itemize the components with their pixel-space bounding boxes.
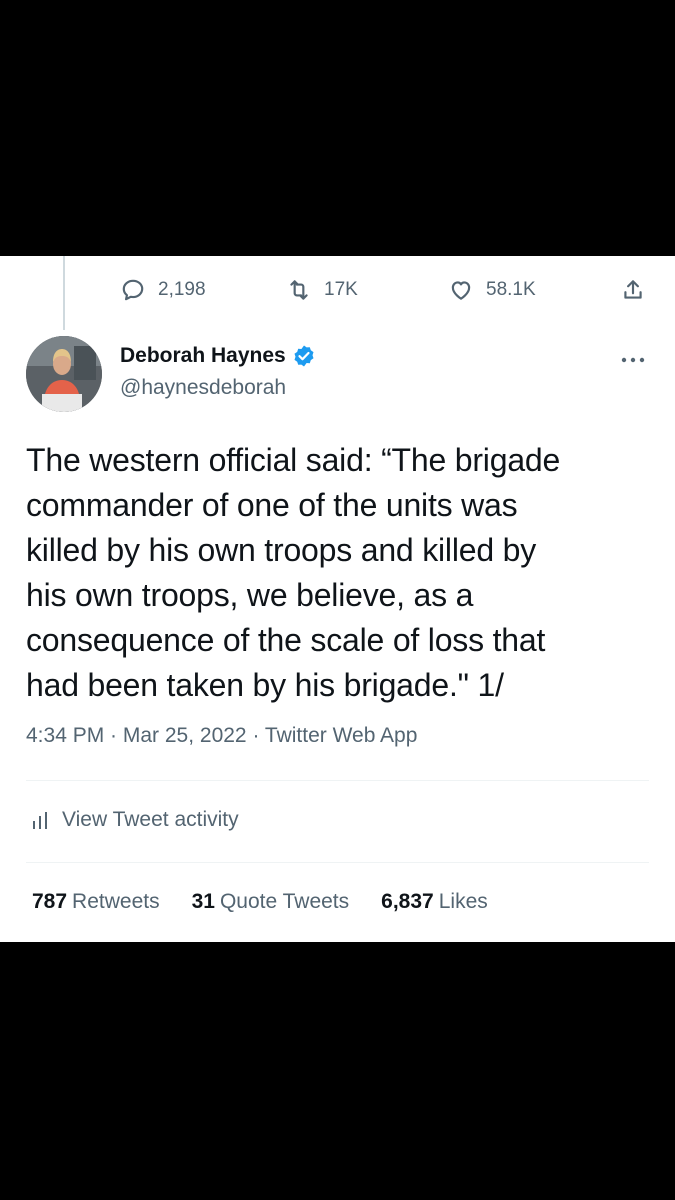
divider bbox=[26, 780, 649, 781]
share-button[interactable] bbox=[620, 270, 646, 310]
verified-badge-icon bbox=[294, 345, 314, 367]
tweet-timestamp[interactable]: 4:34 PM · Mar 25, 2022 · Twitter Web App bbox=[26, 724, 417, 748]
quotes-label: Quote Tweets bbox=[219, 890, 350, 913]
likes-count: 6,837 bbox=[381, 890, 434, 913]
author-handle[interactable]: @haynesdeborah bbox=[120, 376, 286, 400]
tweet-card: 2,198 17K 58.1K Deborah Haynes @haynesde… bbox=[0, 256, 675, 942]
tweet-line: commander of one of the units was bbox=[26, 487, 518, 523]
avatar-photo bbox=[26, 336, 102, 412]
view-tweet-activity-button[interactable]: View Tweet activity bbox=[30, 808, 239, 832]
retweets-count: 787 bbox=[32, 890, 68, 913]
quote-tweets-stat[interactable]: 31 Quote Tweets bbox=[192, 890, 350, 914]
like-count: 58.1K bbox=[486, 279, 536, 300]
tweet-line: killed by his own troops and killed by bbox=[26, 532, 537, 568]
more-options-icon[interactable] bbox=[619, 350, 647, 370]
author-row: Deborah Haynes @haynesdeborah bbox=[26, 336, 649, 416]
share-icon bbox=[624, 280, 642, 299]
reply-icon bbox=[122, 279, 144, 301]
reply-count: 2,198 bbox=[158, 279, 206, 300]
likes-label: Likes bbox=[438, 890, 488, 913]
quotes-count: 31 bbox=[191, 890, 215, 913]
reply-button[interactable]: 2,198 bbox=[120, 270, 206, 310]
tweet-line: consequence of the scale of loss that bbox=[26, 622, 546, 658]
like-button[interactable]: 58.1K bbox=[448, 270, 536, 310]
analytics-icon bbox=[33, 812, 47, 829]
name-row: Deborah Haynes bbox=[120, 344, 316, 368]
tweet-line: his own troops, we believe, as a bbox=[26, 577, 474, 613]
divider bbox=[26, 862, 649, 863]
action-bar: 2,198 17K 58.1K bbox=[0, 270, 675, 310]
avatar[interactable] bbox=[26, 336, 102, 412]
tweet-text: The western official said: “The brigade … bbox=[26, 438, 656, 708]
retweet-icon bbox=[290, 280, 308, 300]
activity-label: View Tweet activity bbox=[62, 808, 239, 831]
tweet-line: The western official said: “The brigade bbox=[26, 442, 561, 478]
engagement-stats: 787 Retweets 31 Quote Tweets 6,837 Likes bbox=[32, 890, 520, 914]
retweet-button[interactable]: 17K bbox=[286, 270, 358, 310]
likes-stat[interactable]: 6,837 Likes bbox=[381, 890, 488, 914]
tweet-line: had been taken by his brigade." 1/ bbox=[26, 667, 504, 703]
author-name[interactable]: Deborah Haynes bbox=[120, 344, 286, 368]
retweets-stat[interactable]: 787 Retweets bbox=[32, 890, 160, 914]
retweet-count: 17K bbox=[324, 279, 358, 300]
like-icon bbox=[451, 281, 471, 300]
retweets-label: Retweets bbox=[72, 890, 160, 913]
